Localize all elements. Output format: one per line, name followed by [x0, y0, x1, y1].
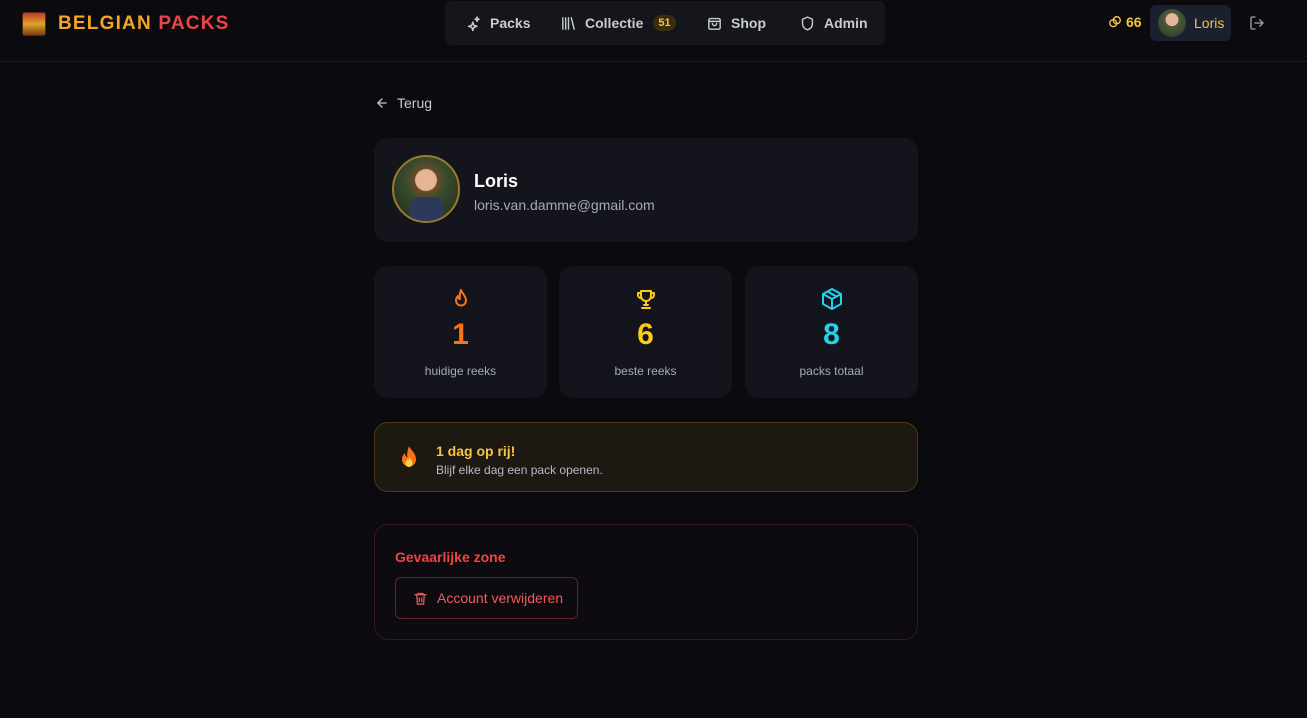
trash-icon: [414, 592, 427, 605]
logout-icon[interactable]: [1249, 15, 1265, 31]
box-icon: [821, 288, 842, 310]
shield-icon: [801, 15, 814, 31]
shopping-bag-icon: [708, 17, 721, 30]
nav-packs[interactable]: Packs: [465, 1, 530, 45]
collectie-count-badge: 51: [653, 15, 676, 31]
nav-admin[interactable]: Admin: [799, 1, 868, 45]
delete-account-label: Account verwijderen: [437, 590, 564, 606]
nav-admin-label: Admin: [824, 15, 868, 31]
coins-icon: [1109, 16, 1121, 28]
streak-subtitle: Blijf elke dag een pack openen.: [436, 463, 603, 477]
brand-word-belgian: BELGIAN: [58, 13, 152, 34]
nav-shop[interactable]: Shop: [706, 1, 766, 45]
nav-collectie-label: Collectie: [585, 15, 644, 31]
nav-shop-label: Shop: [731, 15, 766, 31]
delete-account-button[interactable]: Account verwijderen: [395, 577, 578, 619]
coin-balance-value: 66: [1126, 14, 1142, 30]
main-nav: Packs Collectie 51 Shop Admin: [445, 1, 885, 45]
best-streak-label: beste reeks: [614, 364, 677, 378]
profile-card: Loris loris.van.damme@gmail.com: [374, 138, 918, 242]
nav-collectie[interactable]: Collectie 51: [560, 1, 676, 45]
avatar: [1158, 9, 1186, 37]
library-icon: [562, 16, 575, 30]
streak-banner: 1 dag op rij! Blijf elke dag een pack op…: [374, 422, 918, 492]
danger-zone: Gevaarlijke zone Account verwijderen: [374, 524, 918, 640]
coin-balance: 66: [1108, 14, 1142, 30]
brand-logo: [22, 12, 46, 36]
nav-packs-label: Packs: [490, 15, 531, 31]
streak-title: 1 dag op rij!: [436, 443, 516, 459]
back-link[interactable]: Terug: [375, 95, 432, 111]
profile-avatar: [392, 155, 460, 223]
stat-card-current-streak: 1 huidige reeks: [374, 266, 547, 398]
fire-icon: [402, 446, 416, 467]
profile-name: Loris: [474, 171, 519, 191]
flame-icon: [454, 289, 467, 307]
back-link-label: Terug: [397, 95, 433, 111]
user-menu-name: Loris: [1194, 15, 1225, 31]
brand-word-packs: PACKS: [158, 13, 230, 34]
stat-card-packs-total: 8 packs totaal: [745, 266, 918, 398]
profile-email: loris.van.damme@gmail.com: [474, 197, 655, 213]
best-streak-value: 6: [637, 318, 654, 351]
packs-total-label: packs totaal: [799, 364, 864, 378]
trophy-icon: [636, 290, 655, 309]
current-streak-label: huidige reeks: [424, 364, 497, 378]
brand[interactable]: BELGIAN PACKS: [22, 12, 230, 36]
sparkles-icon: [467, 15, 480, 31]
danger-zone-title: Gevaarlijke zone: [395, 549, 506, 565]
top-navigation-bar: BELGIAN PACKS Packs Collectie 51 Shop Ad…: [0, 0, 1307, 62]
user-menu-button[interactable]: Loris: [1150, 5, 1231, 41]
current-streak-value: 1: [452, 318, 469, 351]
stat-card-best-streak: 6 beste reeks: [559, 266, 732, 398]
brand-title: BELGIAN PACKS: [58, 13, 230, 35]
arrow-left-icon: [377, 98, 387, 108]
packs-total-value: 8: [823, 318, 840, 351]
